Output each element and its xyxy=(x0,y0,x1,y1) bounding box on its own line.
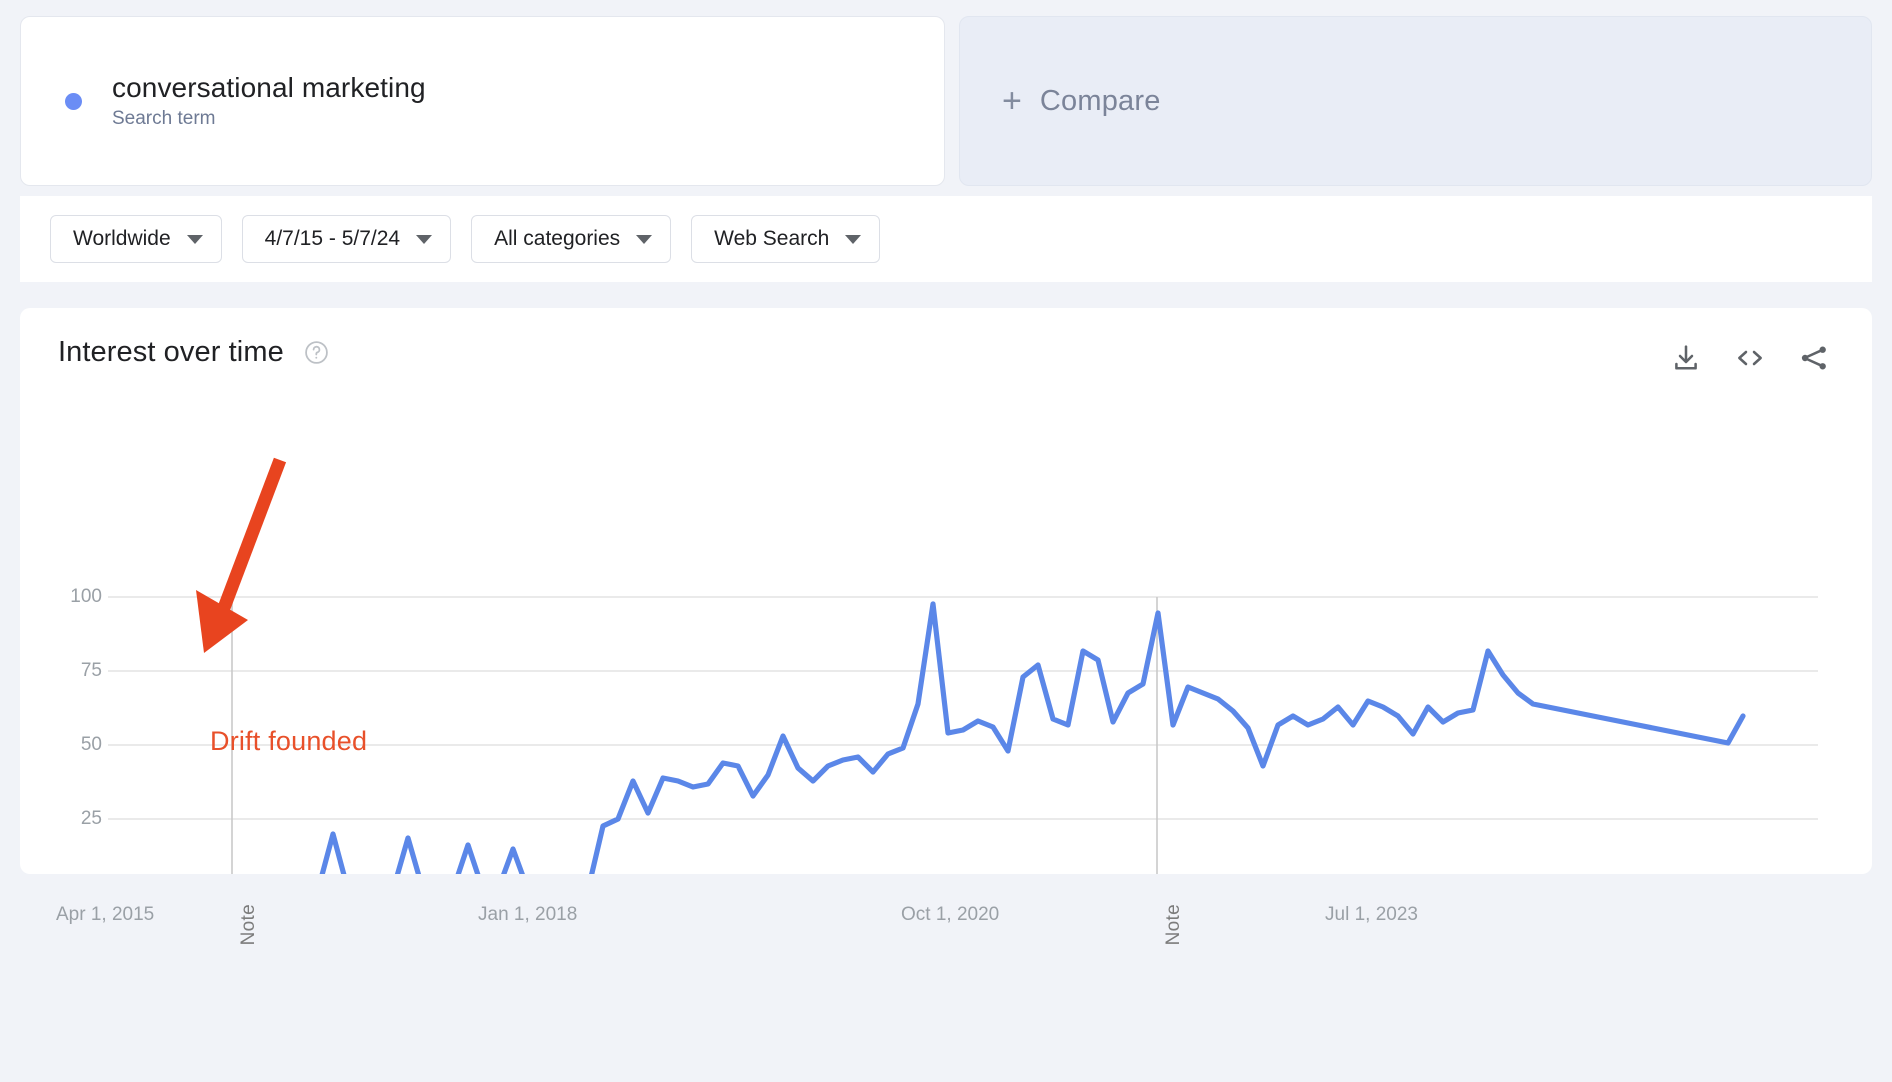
chevron-down-icon xyxy=(636,234,653,244)
compare-label: Compare xyxy=(1039,84,1161,117)
note-marker-label-1: Note xyxy=(238,904,259,946)
interest-over-time-card: Interest over time 100 75 50 25 Note Not… xyxy=(20,308,1872,945)
x-tick-jan-2018: Jan 1, 2018 xyxy=(478,904,578,925)
gridlines xyxy=(108,596,1818,820)
y-tick-75: 75 xyxy=(80,660,102,681)
google-trends-page: conversational marketing Search term + C… xyxy=(0,0,1892,1082)
chevron-down-icon xyxy=(186,234,203,244)
search-type-filter[interactable]: Web Search xyxy=(691,215,881,263)
embed-code-icon[interactable] xyxy=(1734,342,1766,374)
category-filter[interactable]: All categories xyxy=(471,215,672,263)
annotation-label: Drift founded xyxy=(210,726,368,756)
chevron-down-icon xyxy=(416,234,433,244)
arrow-head xyxy=(196,590,248,653)
arrow-shaft xyxy=(209,457,287,632)
series-color-dot xyxy=(65,92,82,110)
annotation-arrow xyxy=(196,457,287,653)
y-tick-25: 25 xyxy=(80,808,102,829)
search-term-type: Search term xyxy=(112,108,216,130)
plus-icon: + xyxy=(1002,82,1022,120)
chart-title: Interest over time xyxy=(58,336,284,368)
compare-inner: + Compare xyxy=(1002,84,1161,118)
search-type-filter-label: Web Search xyxy=(714,227,830,250)
date-range-filter[interactable]: 4/7/15 - 5/7/24 xyxy=(241,215,452,263)
chart-svg xyxy=(108,596,1818,874)
chart-actions xyxy=(1670,342,1830,374)
download-icon[interactable] xyxy=(1670,342,1702,374)
x-tick-apr-2015: Apr 1, 2015 xyxy=(56,904,155,925)
x-tick-oct-2020: Oct 1, 2020 xyxy=(901,904,1000,925)
search-term-name: conversational marketing xyxy=(112,71,426,103)
location-filter[interactable]: Worldwide xyxy=(50,215,222,263)
search-terms-row: conversational marketing Search term + C… xyxy=(20,16,1872,186)
x-tick-jul-2023: Jul 1, 2023 xyxy=(1325,904,1418,925)
category-filter-label: All categories xyxy=(494,227,621,250)
chart-header: Interest over time xyxy=(58,336,329,369)
note-marker-label-2: Note xyxy=(1163,904,1184,946)
share-icon[interactable] xyxy=(1798,342,1830,374)
chart-plot-area: 100 75 50 25 Apr 1, 2015 xyxy=(20,308,1872,945)
location-filter-label: Worldwide xyxy=(73,227,171,250)
compare-card[interactable]: + Compare xyxy=(959,16,1872,186)
date-range-filter-label: 4/7/15 - 5/7/24 xyxy=(264,227,401,250)
search-term-text: conversational marketing Search term xyxy=(112,71,426,131)
y-tick-50: 50 xyxy=(80,734,102,755)
filter-bar: Worldwide 4/7/15 - 5/7/24 All categories… xyxy=(20,196,1872,282)
search-term-card[interactable]: conversational marketing Search term xyxy=(20,16,945,186)
y-tick-100: 100 xyxy=(70,586,102,607)
help-circle-icon[interactable] xyxy=(304,340,329,365)
chevron-down-icon xyxy=(845,234,862,244)
